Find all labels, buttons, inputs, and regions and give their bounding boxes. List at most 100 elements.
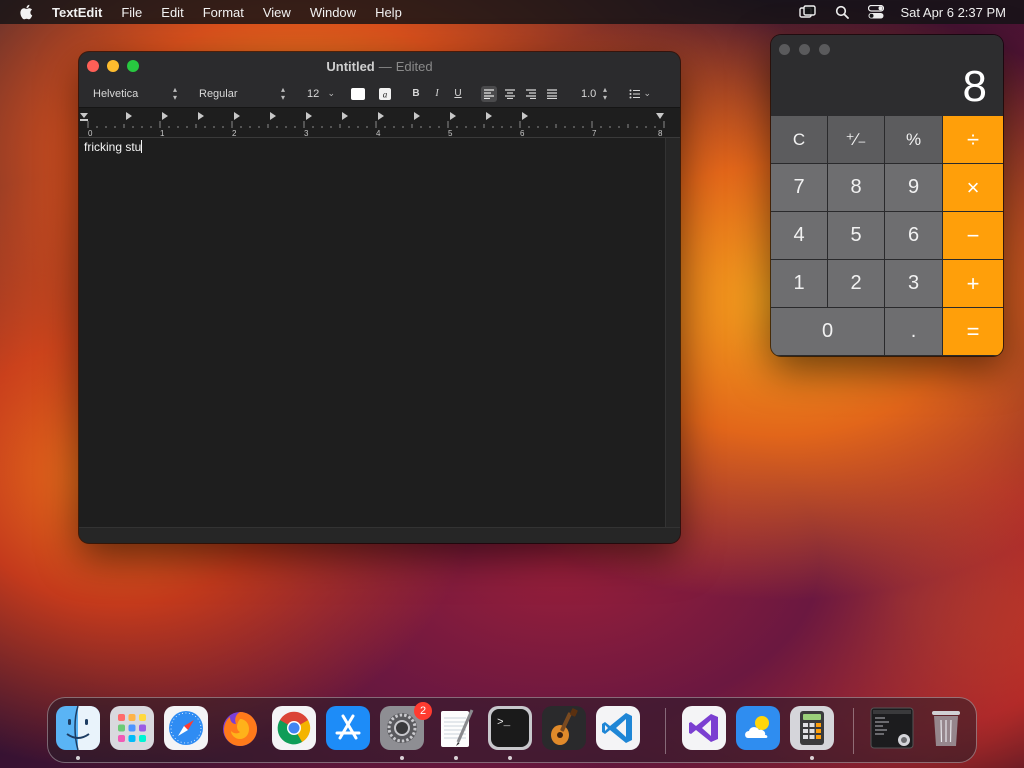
digit-2-key[interactable]: 2	[828, 260, 885, 308]
app-store-icon[interactable]	[326, 706, 370, 750]
tab-stop-marker[interactable]	[414, 112, 420, 120]
window-titlebar[interactable]: Untitled — Edited	[79, 52, 680, 80]
equals-key[interactable]: =	[943, 308, 1003, 356]
digit-9-key[interactable]: 9	[885, 164, 943, 212]
calculator-keypad: C ⁺∕₋ % ÷ 7 8 9 × 4 5 6 − 1 2 3 + 0 . =	[771, 116, 1003, 356]
digit-0-key[interactable]: 0	[771, 308, 885, 356]
align-justify-icon[interactable]	[544, 86, 560, 102]
digit-8-key[interactable]: 8	[828, 164, 885, 212]
divide-key[interactable]: ÷	[943, 116, 1003, 164]
updown-chevron-icon: ▴ ▾	[280, 84, 285, 102]
italic-icon[interactable]: I	[429, 86, 445, 102]
digit-4-key[interactable]: 4	[771, 212, 828, 260]
decimal-key[interactable]: .	[885, 308, 943, 356]
recent-window-thumbnail-icon[interactable]	[870, 706, 914, 750]
menu-window[interactable]: Window	[310, 5, 356, 20]
terminal-icon[interactable]: >_	[488, 706, 532, 750]
svg-text:a: a	[383, 89, 388, 99]
spotlight-search-icon[interactable]	[832, 4, 852, 20]
format-toolbar: Helvetica ▴ ▾ Regular ▴ ▾ 12 ⌄ a B I U 1…	[79, 80, 680, 108]
zoom-button[interactable]	[127, 60, 139, 72]
digit-6-key[interactable]: 6	[885, 212, 943, 260]
chrome-icon[interactable]	[272, 706, 316, 750]
bold-icon[interactable]: B	[408, 86, 424, 102]
vscode-icon[interactable]	[596, 706, 640, 750]
minimize-button[interactable]	[799, 44, 810, 55]
menu-format[interactable]: Format	[203, 5, 244, 20]
text-ruler[interactable]: 0 1 2 3 4 5 6 7 8	[79, 108, 680, 138]
finder-icon[interactable]	[56, 705, 100, 751]
zoom-button[interactable]	[819, 44, 830, 55]
updown-chevron-icon: ▴ ▾	[602, 84, 607, 102]
calculator-titlebar[interactable]: 8	[771, 35, 1003, 116]
document-text-area[interactable]: fricking stu	[79, 138, 665, 527]
menu-app-name[interactable]: TextEdit	[52, 5, 102, 20]
add-key[interactable]: +	[943, 260, 1003, 308]
digit-1-key[interactable]: 1	[771, 260, 828, 308]
tab-stop-marker[interactable]	[522, 112, 528, 120]
tab-stop-marker[interactable]	[270, 112, 276, 120]
digit-7-key[interactable]: 7	[771, 164, 828, 212]
align-right-icon[interactable]	[523, 86, 539, 102]
apple-icon[interactable]	[18, 4, 34, 20]
digit-5-key[interactable]: 5	[828, 212, 885, 260]
notification-badge: 2	[414, 702, 432, 720]
tab-stop-marker[interactable]	[450, 112, 456, 120]
control-center-icon[interactable]	[866, 4, 886, 20]
list-style-popup[interactable]: ⌄	[623, 85, 657, 103]
subtract-key[interactable]: −	[943, 212, 1003, 260]
ruler-label: 1	[160, 129, 165, 138]
underline-icon[interactable]: U	[450, 86, 466, 102]
horizontal-scrollbar[interactable]	[79, 527, 680, 543]
weather-icon[interactable]	[736, 706, 780, 750]
text-color-well[interactable]	[351, 87, 365, 100]
window-title: Untitled	[326, 58, 375, 74]
tab-stop-marker[interactable]	[486, 112, 492, 120]
menu-clock[interactable]: Sat Apr 6 2:37 PM	[900, 5, 1006, 20]
menu-file[interactable]: File	[121, 5, 142, 20]
close-button[interactable]	[87, 60, 99, 72]
trash-icon[interactable]	[924, 706, 968, 750]
line-spacing-popup[interactable]: 1.0 ▴ ▾	[575, 85, 613, 103]
tab-stop-marker[interactable]	[198, 112, 204, 120]
digit-3-key[interactable]: 3	[885, 260, 943, 308]
ruler-label: 4	[376, 129, 381, 138]
tab-stop-marker[interactable]	[378, 112, 384, 120]
textedit-window: Untitled — Edited Helvetica ▴ ▾ Regular ▴…	[79, 52, 680, 543]
highlight-color-icon[interactable]: a	[377, 86, 393, 102]
screen-mirroring-icon[interactable]	[798, 4, 818, 20]
align-left-icon[interactable]	[481, 85, 497, 102]
align-center-icon[interactable]	[502, 86, 518, 102]
text-caret	[141, 140, 143, 153]
textedit-icon[interactable]	[434, 706, 478, 750]
minimize-button[interactable]	[107, 60, 119, 72]
multiply-key[interactable]: ×	[943, 164, 1003, 212]
title-edited-status: Edited	[395, 58, 433, 74]
vertical-scrollbar[interactable]	[665, 138, 680, 527]
dock-separator	[665, 708, 666, 754]
menu-help[interactable]: Help	[375, 5, 402, 20]
chevron-down-icon: ⌄	[643, 88, 651, 98]
tab-stop-marker[interactable]	[126, 112, 132, 120]
clear-key[interactable]: C	[771, 116, 828, 164]
launchpad-icon[interactable]	[110, 706, 154, 750]
menu-edit[interactable]: Edit	[161, 5, 183, 20]
font-style-popup[interactable]: Regular ▴ ▾	[193, 85, 291, 103]
percent-key[interactable]: %	[885, 116, 943, 164]
tab-stop-marker[interactable]	[234, 112, 240, 120]
running-indicator	[400, 756, 404, 760]
safari-icon[interactable]	[164, 706, 208, 750]
calculator-icon[interactable]	[790, 706, 834, 750]
sign-toggle-key[interactable]: ⁺∕₋	[828, 116, 885, 164]
font-size-combo[interactable]: 12 ⌄	[301, 85, 341, 103]
tab-stop-marker[interactable]	[306, 112, 312, 120]
garageband-icon[interactable]	[542, 706, 586, 750]
tab-stop-marker[interactable]	[162, 112, 168, 120]
menu-view[interactable]: View	[263, 5, 291, 20]
tab-stop-marker[interactable]	[342, 112, 348, 120]
close-button[interactable]	[779, 44, 790, 55]
dock: 2 >_	[47, 697, 977, 763]
visual-studio-icon[interactable]	[682, 706, 726, 750]
font-family-popup[interactable]: Helvetica ▴ ▾	[87, 85, 183, 103]
firefox-icon[interactable]	[218, 706, 262, 750]
